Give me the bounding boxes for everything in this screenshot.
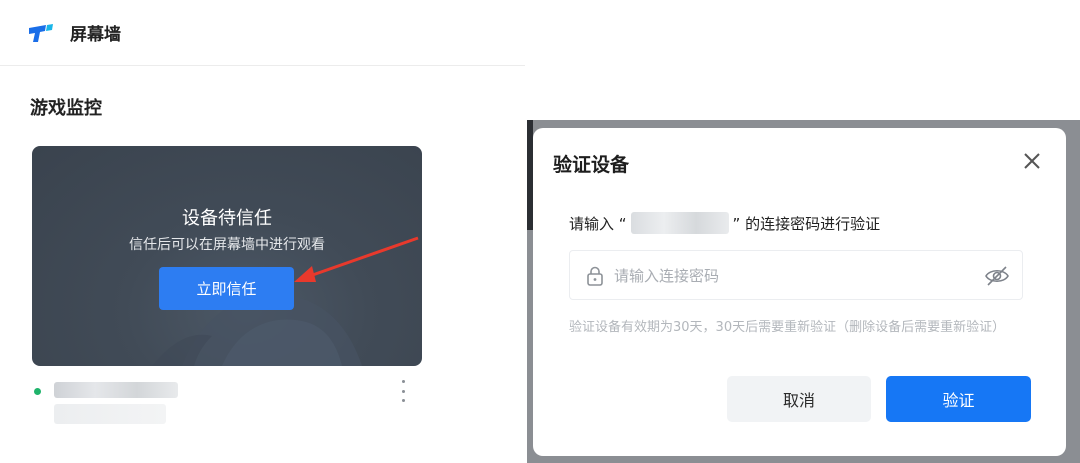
prompt-prefix: 请输入 “: [569, 214, 627, 233]
more-options-icon[interactable]: [398, 380, 408, 402]
app-title: 屏幕墙: [70, 25, 121, 45]
cancel-button[interactable]: 取消: [727, 376, 871, 422]
eye-hidden-icon[interactable]: [984, 265, 1010, 287]
validity-note: 验证设备有效期为30天，30天后需要重新验证（删除设备后需要重新验证）: [569, 320, 1006, 335]
watermark-logo-icon: 值: [952, 428, 972, 448]
close-icon[interactable]: [1021, 150, 1043, 172]
card-title: 设备待信任: [182, 208, 272, 229]
trust-now-button[interactable]: 立即信任: [159, 267, 294, 310]
watermark-text: 什么值得买: [978, 431, 1048, 447]
app-header: 屏幕墙: [0, 0, 525, 66]
verify-button[interactable]: 验证: [886, 376, 1031, 422]
device-name-redacted: [630, 212, 729, 234]
device-name-redacted: [54, 382, 178, 398]
device-row: [32, 378, 422, 428]
verify-device-dialog: 验证设备 请输入 “ ” 的连接密码进行验证 验证设备有效期为30天，30天后需…: [533, 128, 1066, 456]
prompt-suffix: ” 的连接密码进行验证: [732, 214, 881, 233]
lock-icon: [587, 266, 603, 286]
password-field[interactable]: [569, 250, 1023, 300]
device-info-redacted: [54, 404, 166, 424]
dialog-prompt: 请输入 “ ” 的连接密码进行验证: [569, 212, 880, 234]
password-input[interactable]: [614, 261, 964, 291]
watermark: 值 什么值得买: [952, 428, 1048, 448]
online-status-dot: [34, 388, 41, 395]
dialog-title: 验证设备: [553, 154, 630, 176]
section-title: 游戏监控: [30, 98, 102, 119]
app-logo-icon: [29, 23, 53, 42]
red-arrow-annotation: [294, 236, 419, 282]
